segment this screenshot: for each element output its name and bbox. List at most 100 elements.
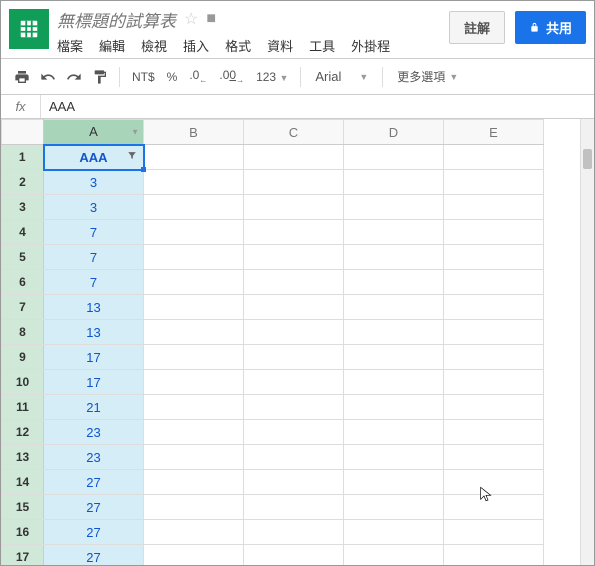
- column-header-C[interactable]: C: [244, 120, 344, 145]
- cell-D16[interactable]: [344, 520, 444, 545]
- cell-E7[interactable]: [444, 295, 544, 320]
- cell-C9[interactable]: [244, 345, 344, 370]
- scrollbar-thumb[interactable]: [583, 149, 592, 169]
- font-select[interactable]: Arial▼: [309, 69, 374, 84]
- cell-D10[interactable]: [344, 370, 444, 395]
- cell-B8[interactable]: [144, 320, 244, 345]
- menu-data[interactable]: 資料: [267, 36, 293, 55]
- cell-D17[interactable]: [344, 545, 444, 566]
- cell-C3[interactable]: [244, 195, 344, 220]
- cell-E13[interactable]: [444, 445, 544, 470]
- row-header-14[interactable]: 14: [2, 470, 44, 495]
- cell-C1[interactable]: [244, 145, 344, 170]
- cell-A1[interactable]: AAA: [44, 145, 144, 170]
- cell-E11[interactable]: [444, 395, 544, 420]
- cell-C16[interactable]: [244, 520, 344, 545]
- cell-B6[interactable]: [144, 270, 244, 295]
- menu-file[interactable]: 檔案: [57, 36, 83, 55]
- cell-A2[interactable]: 3: [44, 170, 144, 195]
- menu-tools[interactable]: 工具: [309, 36, 335, 55]
- cell-E5[interactable]: [444, 245, 544, 270]
- redo-icon[interactable]: [63, 66, 85, 88]
- cell-B1[interactable]: [144, 145, 244, 170]
- cell-B13[interactable]: [144, 445, 244, 470]
- cell-E9[interactable]: [444, 345, 544, 370]
- cell-B4[interactable]: [144, 220, 244, 245]
- cell-B17[interactable]: [144, 545, 244, 566]
- cell-D8[interactable]: [344, 320, 444, 345]
- cell-D12[interactable]: [344, 420, 444, 445]
- row-header-10[interactable]: 10: [2, 370, 44, 395]
- cell-E10[interactable]: [444, 370, 544, 395]
- cell-C15[interactable]: [244, 495, 344, 520]
- cell-E6[interactable]: [444, 270, 544, 295]
- cell-E14[interactable]: [444, 470, 544, 495]
- row-header-16[interactable]: 16: [2, 520, 44, 545]
- cell-A15[interactable]: 27: [44, 495, 144, 520]
- column-header-B[interactable]: B: [144, 120, 244, 145]
- cell-A11[interactable]: 21: [44, 395, 144, 420]
- menu-edit[interactable]: 編輯: [99, 36, 125, 55]
- row-header-7[interactable]: 7: [2, 295, 44, 320]
- cell-B2[interactable]: [144, 170, 244, 195]
- column-header-D[interactable]: D: [344, 120, 444, 145]
- row-header-5[interactable]: 5: [2, 245, 44, 270]
- folder-icon[interactable]: ■: [206, 10, 216, 28]
- cell-C4[interactable]: [244, 220, 344, 245]
- cell-B10[interactable]: [144, 370, 244, 395]
- fx-label[interactable]: fx: [1, 95, 41, 118]
- cell-D6[interactable]: [344, 270, 444, 295]
- cell-D1[interactable]: [344, 145, 444, 170]
- cell-D2[interactable]: [344, 170, 444, 195]
- star-icon[interactable]: ☆: [184, 9, 198, 29]
- percent-format[interactable]: %: [163, 70, 182, 84]
- row-header-1[interactable]: 1: [2, 145, 44, 170]
- row-header-4[interactable]: 4: [2, 220, 44, 245]
- select-all-corner[interactable]: [2, 120, 44, 145]
- cell-C13[interactable]: [244, 445, 344, 470]
- row-header-11[interactable]: 11: [2, 395, 44, 420]
- cell-A7[interactable]: 13: [44, 295, 144, 320]
- cell-B15[interactable]: [144, 495, 244, 520]
- cell-B16[interactable]: [144, 520, 244, 545]
- cell-B3[interactable]: [144, 195, 244, 220]
- menu-format[interactable]: 格式: [225, 36, 251, 55]
- cell-C7[interactable]: [244, 295, 344, 320]
- sheets-logo[interactable]: [9, 9, 49, 49]
- cell-A13[interactable]: 23: [44, 445, 144, 470]
- cell-C12[interactable]: [244, 420, 344, 445]
- cell-D3[interactable]: [344, 195, 444, 220]
- cell-C8[interactable]: [244, 320, 344, 345]
- cell-A17[interactable]: 27: [44, 545, 144, 566]
- cell-E4[interactable]: [444, 220, 544, 245]
- cell-A16[interactable]: 27: [44, 520, 144, 545]
- paint-format-icon[interactable]: [89, 66, 111, 88]
- more-options[interactable]: 更多選項▼: [391, 68, 464, 85]
- cell-A5[interactable]: 7: [44, 245, 144, 270]
- cell-A10[interactable]: 17: [44, 370, 144, 395]
- cell-E8[interactable]: [444, 320, 544, 345]
- cell-A8[interactable]: 13: [44, 320, 144, 345]
- row-header-6[interactable]: 6: [2, 270, 44, 295]
- cell-A6[interactable]: 7: [44, 270, 144, 295]
- cell-A14[interactable]: 27: [44, 470, 144, 495]
- filter-icon[interactable]: [127, 151, 137, 164]
- cell-C10[interactable]: [244, 370, 344, 395]
- cell-A12[interactable]: 23: [44, 420, 144, 445]
- share-button[interactable]: 共用: [515, 11, 586, 44]
- column-header-E[interactable]: E: [444, 120, 544, 145]
- cell-D11[interactable]: [344, 395, 444, 420]
- cell-C14[interactable]: [244, 470, 344, 495]
- menu-insert[interactable]: 插入: [183, 36, 209, 55]
- row-header-8[interactable]: 8: [2, 320, 44, 345]
- row-header-9[interactable]: 9: [2, 345, 44, 370]
- column-header-A[interactable]: A▼: [44, 120, 144, 145]
- cell-D4[interactable]: [344, 220, 444, 245]
- menu-addons[interactable]: 外掛程: [351, 36, 390, 55]
- menu-view[interactable]: 檢視: [141, 36, 167, 55]
- increase-decimal[interactable]: .00→: [215, 68, 248, 84]
- row-header-15[interactable]: 15: [2, 495, 44, 520]
- document-title[interactable]: 無標題的試算表: [57, 7, 176, 32]
- row-header-3[interactable]: 3: [2, 195, 44, 220]
- cell-E17[interactable]: [444, 545, 544, 566]
